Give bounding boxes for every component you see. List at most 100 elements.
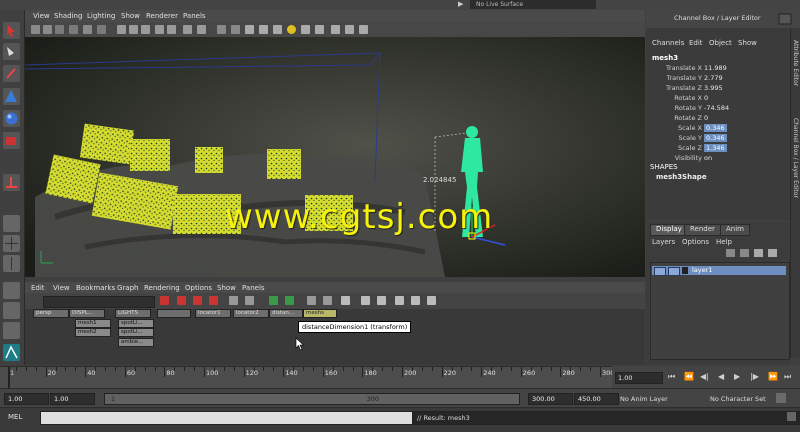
- input-output-connections-icon[interactable]: [285, 296, 294, 305]
- shadows-icon[interactable]: [217, 25, 226, 34]
- step-back-key-icon[interactable]: ◀|: [700, 372, 709, 381]
- node-filter-icon[interactable]: [411, 296, 420, 305]
- time-slider[interactable]: 1 20 40 60 80 100 120 140 160 180 200 220 240 260 280 3…: [0, 366, 614, 389]
- viewport-menu-show[interactable]: Show: [121, 12, 140, 20]
- anim-layer-dropdown[interactable]: No Anim Layer: [620, 395, 668, 403]
- cube-textured-icon[interactable]: [273, 25, 282, 34]
- go-to-end-icon[interactable]: ⏭: [784, 372, 791, 382]
- dropdown-arrow-icon[interactable]: ▶: [458, 0, 463, 9]
- attribute-label[interactable]: Translate Y: [666, 74, 702, 82]
- attribute-label[interactable]: Rotate Z: [674, 114, 702, 122]
- node-distance[interactable]: distan...: [269, 309, 303, 318]
- attribute-label[interactable]: Translate Z: [666, 84, 702, 92]
- select-tool-icon[interactable]: [3, 22, 20, 39]
- frame-hierarchy-icon[interactable]: [193, 296, 202, 305]
- show-menu[interactable]: Show: [738, 39, 757, 47]
- anti-aliasing-icon[interactable]: [359, 25, 368, 34]
- hg-menu-options[interactable]: Options: [185, 284, 212, 292]
- screen-space-ao-icon[interactable]: [331, 25, 340, 34]
- layer-row[interactable]: layer1: [652, 266, 786, 276]
- viewport-menu-shading[interactable]: Shading: [54, 12, 82, 20]
- grid-toggle-icon[interactable]: [83, 25, 92, 34]
- play-backwards-icon[interactable]: ◀: [718, 372, 724, 381]
- edit-menu[interactable]: Edit: [689, 39, 703, 47]
- attribute-value[interactable]: 0.346: [704, 134, 727, 142]
- last-tool-icon[interactable]: [3, 174, 20, 191]
- layout-single-icon[interactable]: [3, 215, 20, 232]
- layers-menu[interactable]: Layers: [652, 238, 675, 246]
- graph-options-icon[interactable]: [395, 296, 404, 305]
- hypergraph-search-field[interactable]: [43, 296, 155, 308]
- attribute-value[interactable]: 3.995: [704, 84, 723, 92]
- node-locator2[interactable]: locator2: [233, 309, 269, 318]
- default-light-icon[interactable]: [287, 25, 296, 34]
- motion-blur-icon[interactable]: [345, 25, 354, 34]
- layer-attributes-icon[interactable]: [768, 249, 777, 257]
- current-time-marker[interactable]: [8, 367, 10, 389]
- attribute-label[interactable]: Scale Z: [678, 144, 702, 152]
- hg-menu-edit[interactable]: Edit: [31, 284, 45, 292]
- character-set-dropdown[interactable]: No Character Set: [710, 395, 766, 403]
- attribute-label[interactable]: Rotate Y: [675, 104, 702, 112]
- attribute-value[interactable]: 0: [704, 114, 708, 122]
- hg-menu-view[interactable]: View: [53, 284, 70, 292]
- film-gate-icon[interactable]: [97, 25, 106, 34]
- new-layer-icon[interactable]: [726, 249, 735, 257]
- channels-menu[interactable]: Channels: [652, 39, 684, 47]
- attribute-label[interactable]: Scale X: [678, 124, 702, 132]
- new-layer-selected-icon[interactable]: [740, 249, 749, 257]
- node-meshs[interactable]: meshs: [303, 309, 337, 318]
- node-blank[interactable]: [157, 309, 191, 318]
- viewport-menu-view[interactable]: View: [33, 12, 50, 20]
- lasso-tool-icon[interactable]: [3, 43, 20, 60]
- node-spotlight2[interactable]: spotLi...: [118, 328, 154, 337]
- viewport-menu-lighting[interactable]: Lighting: [87, 12, 115, 20]
- object-menu[interactable]: Object: [709, 39, 732, 47]
- tab-render[interactable]: Render: [684, 224, 721, 236]
- scene-hierarchy-icon[interactable]: [269, 296, 278, 305]
- attribute-editor-tab[interactable]: Attribute Editor: [792, 40, 799, 86]
- layout-four-icon[interactable]: [3, 235, 20, 252]
- current-frame-field[interactable]: 1.00: [615, 372, 663, 384]
- paint-select-tool-icon[interactable]: [3, 65, 20, 82]
- step-forward-frame-icon[interactable]: ⏩: [768, 372, 778, 381]
- help-menu[interactable]: Help: [716, 238, 732, 246]
- image-plane-icon[interactable]: [69, 25, 78, 34]
- live-surface-field[interactable]: No Live Surface: [470, 0, 596, 9]
- node-ambient[interactable]: ambie...: [118, 338, 154, 347]
- attribute-value[interactable]: 1.346: [704, 144, 727, 152]
- scale-tool-icon[interactable]: [3, 132, 20, 149]
- visibility-toggle-icon[interactable]: [654, 267, 666, 276]
- node-lights[interactable]: LIGHTS: [115, 309, 151, 318]
- attribute-label[interactable]: Visibility: [675, 154, 702, 162]
- frame-selection-icon[interactable]: [177, 296, 186, 305]
- panel-close-icon[interactable]: [778, 13, 792, 25]
- layout-two-icon[interactable]: [3, 255, 20, 272]
- attribute-label[interactable]: Translate X: [666, 64, 702, 72]
- range-slider[interactable]: 1 300: [104, 393, 520, 405]
- attribute-value[interactable]: -74.584: [704, 104, 729, 112]
- playback-end-field[interactable]: 300.00: [528, 393, 573, 405]
- wireframe-icon[interactable]: [117, 25, 126, 34]
- textured-icon[interactable]: [155, 25, 164, 34]
- layout-hypergraph-icon[interactable]: [3, 322, 20, 339]
- layout-graph-icon[interactable]: [3, 302, 20, 319]
- cube-display-icon[interactable]: [245, 25, 254, 34]
- cube-shaded-icon[interactable]: [259, 25, 268, 34]
- smooth-shade-icon[interactable]: [129, 25, 138, 34]
- attribute-value[interactable]: 11.989: [704, 64, 727, 72]
- wireframe-on-shaded-icon[interactable]: [141, 25, 150, 34]
- mel-label[interactable]: MEL: [8, 413, 22, 421]
- attribute-label[interactable]: Scale Y: [678, 134, 702, 142]
- playback-start-field[interactable]: 1.00: [50, 393, 95, 405]
- frame-branch-icon[interactable]: [209, 296, 218, 305]
- hg-menu-show[interactable]: Show: [217, 284, 236, 292]
- layer-color-icon[interactable]: [682, 267, 688, 274]
- object-name[interactable]: mesh3: [652, 54, 678, 62]
- add-selected-icon[interactable]: [361, 296, 370, 305]
- layer-options-icon[interactable]: [754, 249, 763, 257]
- options-menu[interactable]: Options: [682, 238, 709, 246]
- toggle-layout-icon[interactable]: [245, 296, 254, 305]
- attribute-label[interactable]: Rotate X: [674, 94, 702, 102]
- node-spotlight1[interactable]: spotLi...: [118, 319, 154, 328]
